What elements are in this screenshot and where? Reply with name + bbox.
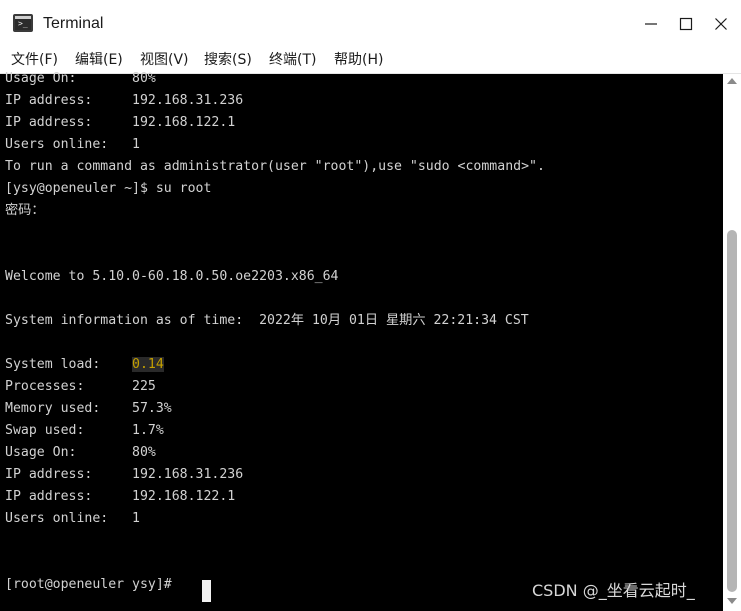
menu-view[interactable]: 视图(V) — [140, 50, 189, 70]
menu-search[interactable]: 搜索(S) — [204, 50, 252, 70]
close-button[interactable] — [706, 10, 736, 38]
terminal-line: IP address: 192.168.122.1 — [5, 489, 236, 504]
system-load-value: 0.14 — [132, 357, 164, 372]
scroll-down-icon[interactable] — [727, 598, 737, 604]
menu-file[interactable]: 文件(F) — [11, 50, 58, 70]
watermark: CSDN @_坐看云起时_ — [532, 581, 695, 600]
terminal-line: Users online: 1 — [5, 137, 140, 152]
terminal-line: Usage On: 80% — [5, 445, 156, 460]
terminal-line: IP address: 192.168.31.236 — [5, 93, 244, 108]
terminal-line: Usage On: 80% — [5, 71, 156, 86]
minimize-button[interactable] — [636, 10, 666, 38]
menu-help[interactable]: 帮助(H) — [334, 50, 383, 70]
text-cursor — [202, 580, 211, 602]
terminal-line: IP address: 192.168.122.1 — [5, 115, 236, 130]
terminal-line: 密码： — [5, 203, 45, 218]
terminal-line: Processes: 225 — [5, 379, 156, 394]
window-title: Terminal — [43, 15, 104, 32]
terminal-line: To run a command as administrator(user "… — [5, 159, 545, 174]
scrollbar-thumb[interactable] — [727, 230, 737, 592]
terminal-line: IP address: 192.168.31.236 — [5, 467, 244, 482]
terminal-line: Users online: 1 — [5, 511, 140, 526]
minimize-icon — [645, 23, 657, 25]
title-bar[interactable]: >_ Terminal — [0, 0, 741, 46]
terminal-line: System load: 0.14 — [5, 354, 164, 376]
terminal-icon: >_ — [13, 14, 33, 32]
terminal-line: Welcome to 5.10.0-60.18.0.50.oe2203.x86_… — [5, 269, 339, 284]
menu-terminal[interactable]: 终端(T) — [269, 50, 316, 70]
close-icon — [715, 18, 727, 30]
terminal-line: [ysy@openeuler ~]$ su root — [5, 181, 212, 196]
maximize-icon — [679, 17, 693, 31]
scroll-up-icon[interactable] — [727, 78, 737, 84]
terminal-prompt-line: [root@openeuler ysy]# — [5, 577, 180, 592]
terminal-line: Swap used: 1.7% — [5, 423, 164, 438]
maximize-button[interactable] — [671, 10, 701, 38]
system-load-label: System load: — [5, 357, 133, 372]
terminal-line: Memory used: 57.3% — [5, 401, 172, 416]
terminal-line: System information as of time: 2022年 10月… — [5, 313, 529, 328]
terminal-window: >_ Terminal 文件(F) 编辑(E) 视图(V) 搜索(S) 终端(T… — [0, 0, 741, 611]
menu-edit[interactable]: 编辑(E) — [75, 50, 123, 70]
